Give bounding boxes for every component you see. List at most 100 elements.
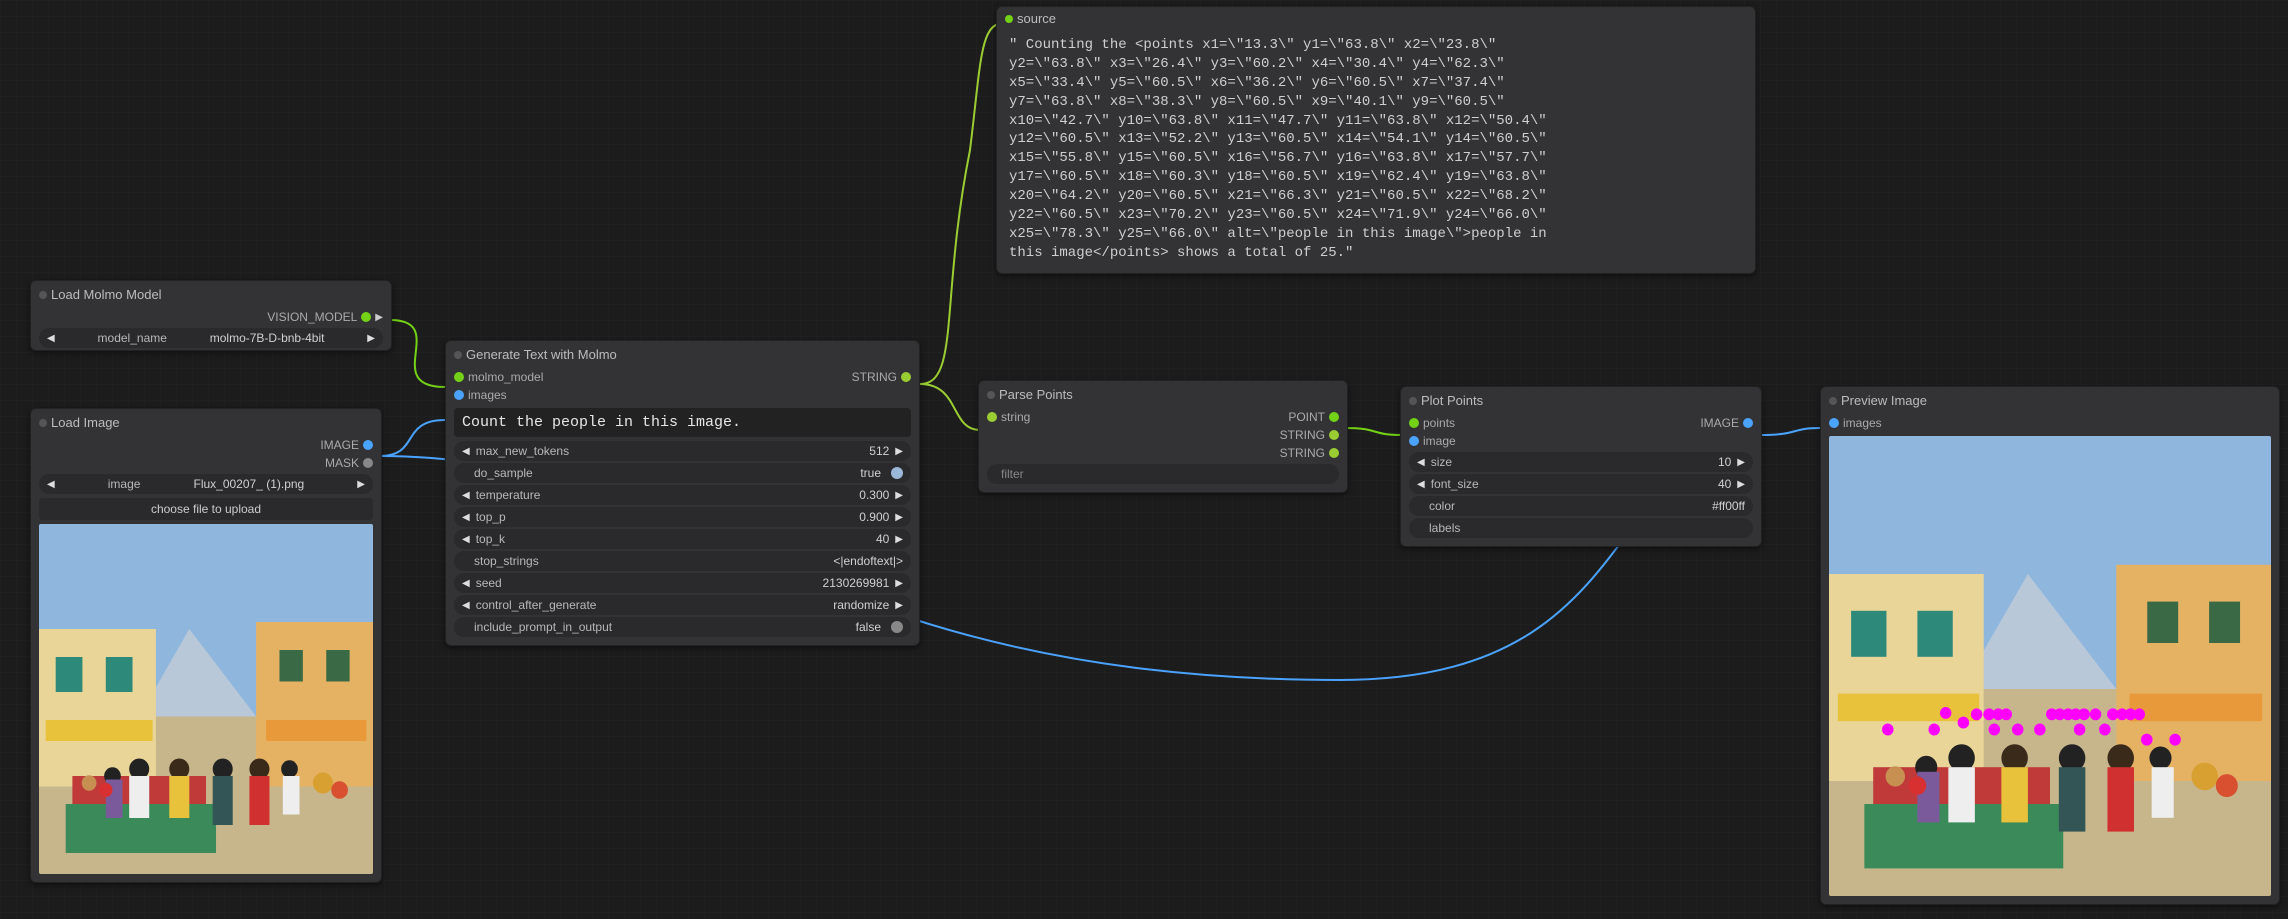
chevron-right-icon[interactable]: ▶ xyxy=(895,578,903,589)
chevron-right-icon[interactable]: ▶ xyxy=(895,600,903,611)
node-title-text: source xyxy=(1017,11,1056,26)
chevron-left-icon[interactable]: ◀ xyxy=(462,600,470,611)
upload-button[interactable]: choose file to upload xyxy=(39,498,373,520)
output-port-icon[interactable] xyxy=(363,458,373,468)
color-widget[interactable]: color #ff00ff xyxy=(1409,496,1753,516)
output-port-icon[interactable] xyxy=(361,312,371,322)
output-port-icon[interactable] xyxy=(1329,412,1339,422)
chevron-right-icon[interactable]: ▶ xyxy=(895,490,903,501)
output-label: MASK xyxy=(325,456,359,470)
output-port-icon[interactable] xyxy=(1329,448,1339,458)
node-title[interactable]: Load Image xyxy=(31,409,381,436)
node-title[interactable]: Generate Text with Molmo xyxy=(446,341,919,368)
input-label: image xyxy=(1423,434,1456,448)
font-size-widget[interactable]: ◀ font_size 40 ▶ xyxy=(1409,474,1753,494)
input-port-icon[interactable] xyxy=(454,390,464,400)
input-label: string xyxy=(1001,410,1030,424)
node-title[interactable]: Load Molmo Model xyxy=(31,281,391,308)
output-port-icon[interactable] xyxy=(1329,430,1339,440)
seed-widget[interactable]: ◀ seed 2130269981 ▶ xyxy=(454,573,911,593)
input-port-icon[interactable] xyxy=(1409,436,1419,446)
filter-widget[interactable]: filter xyxy=(987,464,1339,484)
collapse-dot-icon[interactable] xyxy=(39,419,47,427)
input-port-icon[interactable] xyxy=(1829,418,1839,428)
top-k-widget[interactable]: ◀ top_k 40 ▶ xyxy=(454,529,911,549)
collapse-dot-icon[interactable] xyxy=(454,351,462,359)
temperature-widget[interactable]: ◀ temperature 0.300 ▶ xyxy=(454,485,911,505)
node-title-text: Parse Points xyxy=(999,387,1073,402)
widget-label: temperature xyxy=(476,488,541,502)
widget-label: filter xyxy=(1001,467,1024,481)
control-after-generate-widget[interactable]: ◀ control_after_generate randomize ▶ xyxy=(454,595,911,615)
input-port-icon[interactable] xyxy=(987,412,997,422)
output-label: STRING xyxy=(852,370,897,384)
node-preview-image[interactable]: Preview Image images xyxy=(1820,386,2280,905)
image-file-widget[interactable]: ◀ image Flux_00207_ (1).png ▶ xyxy=(39,474,373,494)
input-label: molmo_model xyxy=(468,370,543,384)
node-parse-points[interactable]: Parse Points string POINT STRING STRING … xyxy=(978,380,1348,493)
node-title-text: Load Molmo Model xyxy=(51,287,162,302)
chevron-left-icon[interactable]: ◀ xyxy=(462,490,470,501)
widget-value: molmo-7B-D-bnb-4bit xyxy=(210,331,325,345)
widget-value: 10 xyxy=(1718,455,1731,469)
output-port-icon[interactable] xyxy=(1743,418,1753,428)
node-source[interactable]: source " Counting the <points x1=\"13.3\… xyxy=(996,6,1756,274)
chevron-left-icon[interactable]: ◀ xyxy=(1417,457,1425,468)
toggle-icon[interactable] xyxy=(891,467,903,479)
model-name-widget[interactable]: ◀ model_name molmo-7B-D-bnb-4bit ▶ xyxy=(39,328,383,348)
chevron-right-icon[interactable]: ▶ xyxy=(895,512,903,523)
do-sample-widget[interactable]: do_sample true xyxy=(454,463,911,483)
chevron-right-icon[interactable]: ▶ xyxy=(895,534,903,545)
collapse-dot-icon[interactable] xyxy=(1409,397,1417,405)
output-label: VISION_MODEL xyxy=(267,310,357,324)
input-port-icon[interactable] xyxy=(454,372,464,382)
input-port-icon[interactable] xyxy=(1409,418,1419,428)
node-title[interactable]: source xyxy=(997,7,1755,30)
chevron-left-icon[interactable]: ◀ xyxy=(462,578,470,589)
node-generate-text[interactable]: Generate Text with Molmo molmo_model STR… xyxy=(445,340,920,646)
chevron-left-icon[interactable]: ◀ xyxy=(462,512,470,523)
upload-button-label: choose file to upload xyxy=(151,502,261,516)
widget-label: include_prompt_in_output xyxy=(474,620,612,634)
chevron-right-icon[interactable]: ▶ xyxy=(895,446,903,457)
chevron-left-icon[interactable]: ◀ xyxy=(1417,479,1425,490)
chevron-left-icon[interactable]: ◀ xyxy=(47,333,55,344)
node-plot-points[interactable]: Plot Points points IMAGE image ◀ size 10… xyxy=(1400,386,1762,547)
chevron-right-icon[interactable]: ▶ xyxy=(357,479,365,490)
output-port-icon[interactable] xyxy=(363,440,373,450)
prompt-input[interactable]: Count the people in this image. xyxy=(454,408,911,437)
collapse-dot-icon[interactable] xyxy=(39,291,47,299)
node-title[interactable]: Parse Points xyxy=(979,381,1347,408)
output-port-icon[interactable] xyxy=(901,372,911,382)
chevron-right-icon[interactable]: ▶ xyxy=(1737,479,1745,490)
chevron-left-icon[interactable]: ◀ xyxy=(462,534,470,545)
widget-label: image xyxy=(108,477,141,491)
node-title[interactable]: Plot Points xyxy=(1401,387,1761,414)
output-label: POINT xyxy=(1288,410,1325,424)
widget-label: seed xyxy=(476,576,502,590)
widget-label: size xyxy=(1431,455,1452,469)
widget-value: true xyxy=(860,466,881,480)
size-widget[interactable]: ◀ size 10 ▶ xyxy=(1409,452,1753,472)
chevron-left-icon[interactable]: ◀ xyxy=(462,446,470,457)
labels-widget[interactable]: labels xyxy=(1409,518,1753,538)
widget-label: model_name xyxy=(98,331,167,345)
widget-value: #ff00ff xyxy=(1712,499,1745,513)
input-label: points xyxy=(1423,416,1455,430)
toggle-icon[interactable] xyxy=(891,621,903,633)
widget-label: font_size xyxy=(1431,477,1479,491)
node-title[interactable]: Preview Image xyxy=(1821,387,2279,414)
chevron-right-icon[interactable]: ▶ xyxy=(367,333,375,344)
collapse-dot-icon[interactable] xyxy=(1829,397,1837,405)
chevron-left-icon[interactable]: ◀ xyxy=(47,479,55,490)
top-p-widget[interactable]: ◀ top_p 0.900 ▶ xyxy=(454,507,911,527)
collapse-dot-icon[interactable] xyxy=(1005,15,1013,23)
image-preview xyxy=(39,524,373,874)
node-load-molmo-model[interactable]: Load Molmo Model VISION_MODEL ▶ ◀ model_… xyxy=(30,280,392,351)
include-prompt-widget[interactable]: include_prompt_in_output false xyxy=(454,617,911,637)
max-new-tokens-widget[interactable]: ◀ max_new_tokens 512 ▶ xyxy=(454,441,911,461)
collapse-dot-icon[interactable] xyxy=(987,391,995,399)
stop-strings-widget[interactable]: stop_strings <|endoftext|> xyxy=(454,551,911,571)
node-load-image[interactable]: Load Image IMAGE MASK ◀ image Flux_00207… xyxy=(30,408,382,883)
chevron-right-icon[interactable]: ▶ xyxy=(1737,457,1745,468)
